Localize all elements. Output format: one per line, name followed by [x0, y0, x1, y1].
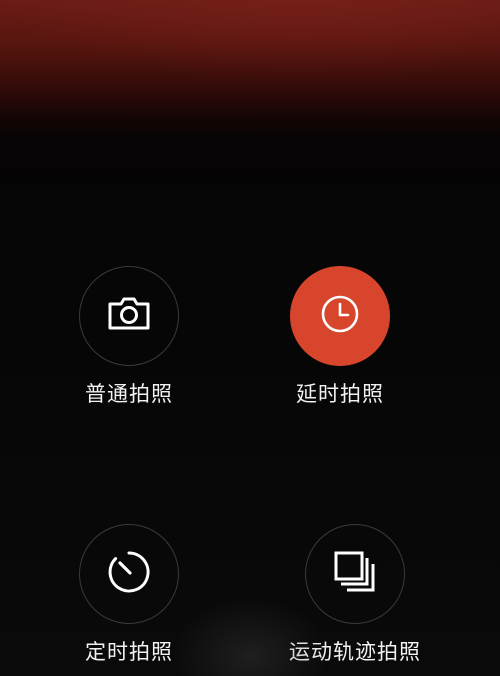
- mode-normal-button[interactable]: [79, 266, 179, 366]
- mode-delayed-button[interactable]: [290, 266, 390, 366]
- stacked-layers-icon: [332, 549, 378, 599]
- mode-timer-button[interactable]: [79, 524, 179, 624]
- mode-delayed-photo[interactable]: 延时拍照: [240, 266, 440, 408]
- mode-motion-track-photo[interactable]: 运动轨迹拍照: [255, 524, 455, 666]
- timer-icon: [106, 549, 152, 599]
- mode-track-button[interactable]: [305, 524, 405, 624]
- camera-mode-screen: 普通拍照 延时拍照 定时拍照 运动轨迹拍照: [0, 0, 500, 676]
- mode-timer-photo[interactable]: 定时拍照: [29, 524, 229, 666]
- mode-normal-photo[interactable]: 普通拍照: [29, 266, 229, 408]
- clock-icon: [318, 292, 362, 340]
- mode-delayed-label: 延时拍照: [296, 382, 384, 406]
- mode-timer-label: 定时拍照: [85, 640, 173, 664]
- camera-icon: [106, 294, 152, 338]
- mode-normal-label: 普通拍照: [85, 382, 173, 406]
- mode-track-label: 运动轨迹拍照: [289, 640, 421, 664]
